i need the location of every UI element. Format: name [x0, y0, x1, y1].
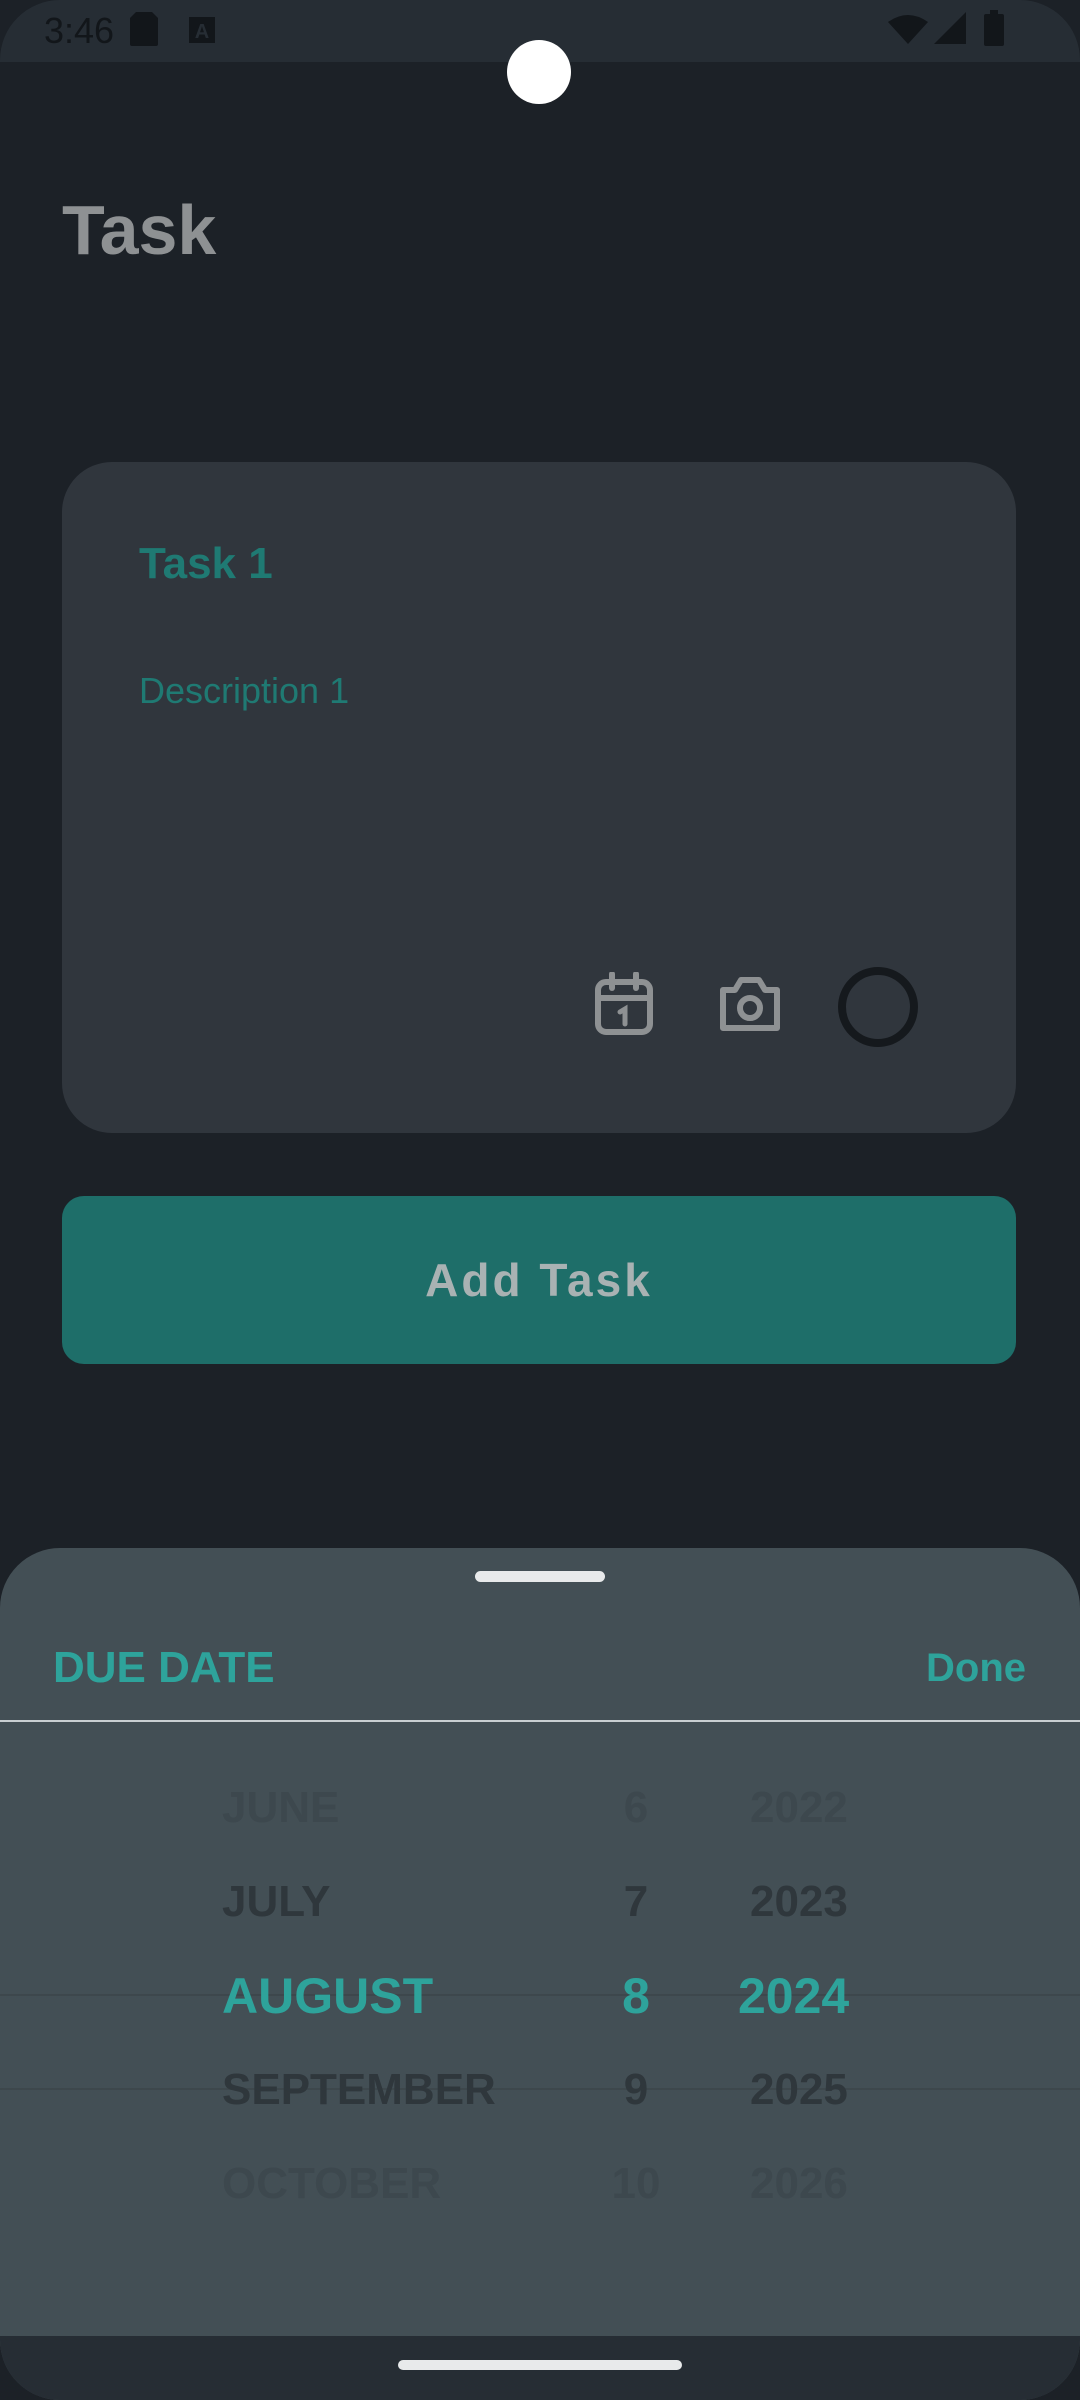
day-option[interactable]: 10 [600, 2156, 672, 2212]
front-camera-cutout [507, 40, 571, 104]
done-button[interactable]: Done [926, 1642, 1026, 1694]
month-option[interactable]: OCTOBER [222, 2156, 441, 2212]
complete-toggle[interactable] [838, 967, 918, 1047]
year-option[interactable]: 2023 [750, 1874, 848, 1930]
svg-text:A: A [195, 21, 209, 43]
battery-icon [984, 10, 1004, 51]
a-box-icon: A [188, 16, 216, 49]
page-title: Task [62, 191, 217, 269]
month-option[interactable]: SEPTEMBER [222, 2062, 496, 2118]
month-option[interactable]: JULY [222, 1874, 330, 1930]
task-description-field[interactable]: Description 1 [139, 668, 349, 714]
add-task-button[interactable]: Add Task [62, 1196, 1016, 1364]
year-option-selected[interactable]: 2024 [738, 1968, 849, 2024]
signal-icon [934, 12, 966, 49]
sd-card-icon [130, 12, 158, 51]
day-option[interactable]: 7 [600, 1874, 672, 1930]
task-card: Task 1 Description 1 [62, 462, 1016, 1133]
drag-handle[interactable] [475, 1571, 605, 1582]
year-option[interactable]: 2022 [750, 1780, 848, 1836]
home-indicator[interactable] [398, 2360, 682, 2370]
day-option[interactable]: 9 [600, 2062, 672, 2118]
date-picker[interactable]: JUNE JULY AUGUST SEPTEMBER OCTOBER 6 7 8… [0, 1722, 1080, 2242]
sheet-title: DUE DATE [53, 1643, 275, 1692]
year-option[interactable]: 2026 [750, 2156, 848, 2212]
wifi-icon [888, 14, 928, 49]
day-option[interactable]: 6 [600, 1780, 672, 1836]
calendar-icon[interactable] [592, 971, 656, 1036]
add-task-label: Add Task [425, 1254, 653, 1306]
status-time: 3:46 [44, 10, 115, 51]
screen: 3:46 A Task Task 1 Description 1 Add Tas… [0, 0, 1080, 2400]
month-option[interactable]: JUNE [222, 1780, 339, 1836]
due-date-bottom-sheet: DUE DATE Done JUNE JULY AUGUST SEPTEMBER… [0, 1548, 1080, 2400]
selection-line-bottom [0, 2088, 1080, 2090]
task-title-field[interactable]: Task 1 [139, 536, 273, 592]
selection-line-top [0, 1994, 1080, 1996]
month-option-selected[interactable]: AUGUST [222, 1968, 433, 2024]
day-option-selected[interactable]: 8 [600, 1968, 672, 2024]
camera-icon[interactable] [717, 972, 783, 1036]
year-option[interactable]: 2025 [750, 2062, 848, 2118]
